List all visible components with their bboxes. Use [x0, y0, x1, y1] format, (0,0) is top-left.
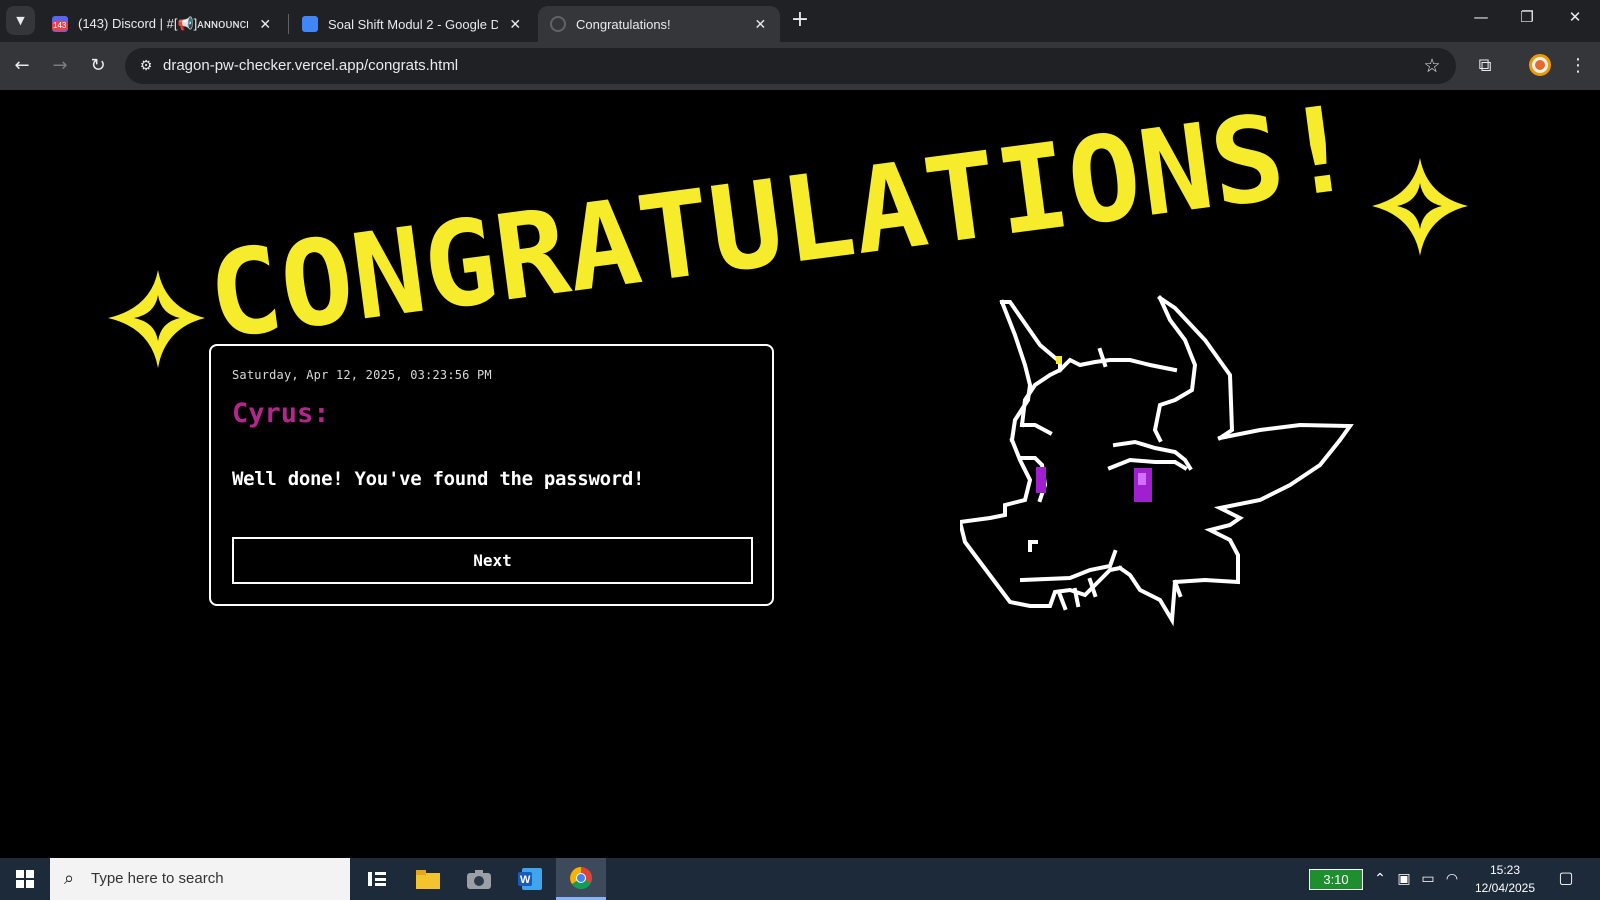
search-icon: ⌕	[64, 868, 75, 889]
file-explorer-icon[interactable]	[403, 858, 453, 900]
dragon-eye	[1036, 467, 1046, 493]
word-icon[interactable]: W	[505, 858, 555, 900]
browser-tab-strip: ▼ 143 (143) Discord | #[📢]ᴀɴɴᴏᴜɴᴄᴇ ✕ Soa…	[0, 0, 1600, 42]
camera-icon[interactable]	[454, 858, 504, 900]
close-tab-icon[interactable]: ✕	[753, 16, 768, 33]
site-info-icon[interactable]: ⚙	[135, 55, 157, 77]
battery-timer-badge[interactable]: 3:10	[1309, 869, 1363, 890]
meet-now-icon[interactable]: ▣	[1394, 869, 1414, 889]
chrome-icon[interactable]	[556, 858, 606, 900]
start-button[interactable]	[0, 858, 50, 900]
address-bar[interactable]: ⚙ dragon-pw-checker.vercel.app/congrats.…	[125, 48, 1456, 84]
browser-toolbar: ← → ↻ ⚙ dragon-pw-checker.vercel.app/con…	[0, 42, 1600, 90]
taskbar-clock[interactable]: 15:23 12/04/2025	[1465, 861, 1545, 897]
globe-icon	[550, 16, 566, 32]
speaker-name: Cyrus:	[232, 398, 330, 429]
tab-congratulations[interactable]: Congratulations! ✕	[538, 6, 780, 42]
tab-divider	[288, 14, 289, 34]
svg-text:W: W	[520, 874, 531, 886]
close-tab-icon[interactable]: ✕	[258, 16, 274, 33]
search-placeholder: Type here to search	[91, 870, 224, 887]
tab-title: (143) Discord | #[📢]ᴀɴɴᴏᴜɴᴄᴇ	[78, 16, 248, 31]
page-content: CONGRATULATIONS! Saturday, Apr 12, 2025,…	[0, 90, 1600, 858]
next-button[interactable]: Next	[232, 537, 753, 584]
forward-button[interactable]: →	[46, 52, 74, 80]
google-docs-icon	[302, 16, 318, 32]
clock-date: 12/04/2025	[1474, 881, 1536, 895]
dialog-box: Saturday, Apr 12, 2025, 03:23:56 PM Cyru…	[209, 344, 774, 606]
task-view-icon[interactable]	[352, 858, 402, 900]
url-text[interactable]: dragon-pw-checker.vercel.app/congrats.ht…	[163, 57, 458, 74]
notification-center-icon[interactable]: ▢	[1555, 868, 1577, 890]
battery-icon[interactable]: ▭	[1418, 869, 1438, 889]
notification-badge: 143	[52, 21, 68, 31]
tab-title: Soal Shift Modul 2 - Google Do	[328, 16, 498, 32]
tab-title: Congratulations!	[576, 16, 671, 32]
close-tab-icon[interactable]: ✕	[508, 16, 524, 33]
reload-button[interactable]: ↻	[84, 52, 112, 80]
new-tab-button[interactable]: +	[788, 9, 812, 33]
bookmark-star-icon[interactable]: ☆	[1420, 54, 1444, 78]
chevron-down-icon: ▼	[16, 14, 25, 27]
dialog-message: Well done! You've found the password!	[232, 468, 645, 490]
taskbar-search-box[interactable]: ⌕ Type here to search	[50, 858, 350, 900]
wifi-icon[interactable]: ◠	[1442, 869, 1462, 889]
close-window-button[interactable]: ✕	[1552, 8, 1598, 34]
clock-time: 15:23	[1489, 863, 1521, 877]
dialog-timestamp: Saturday, Apr 12, 2025, 03:23:56 PM	[232, 368, 492, 382]
tab-search-button[interactable]: ▼	[6, 6, 35, 35]
minimize-button[interactable]: —	[1458, 8, 1504, 34]
back-button[interactable]: ←	[8, 52, 36, 80]
windows-taskbar: ⌕ Type here to search W 3:10 ⌃ ▣ ▭ ◠ 15:…	[0, 858, 1600, 900]
windows-logo-icon	[16, 870, 34, 888]
extensions-icon[interactable]: ⧉	[1471, 52, 1499, 80]
profile-avatar[interactable]	[1529, 54, 1551, 76]
chevron-up-icon[interactable]: ⌃	[1370, 869, 1390, 889]
dragon-illustration	[960, 295, 1354, 627]
restore-button[interactable]: ❐	[1504, 8, 1550, 34]
tab-google-docs[interactable]: Soal Shift Modul 2 - Google Do ✕	[290, 6, 535, 42]
tab-discord[interactable]: 143 (143) Discord | #[📢]ᴀɴɴᴏᴜɴᴄᴇ ✕	[40, 6, 285, 42]
discord-icon: 143	[52, 16, 68, 32]
menu-kebab-icon[interactable]: ⋮	[1564, 52, 1592, 80]
